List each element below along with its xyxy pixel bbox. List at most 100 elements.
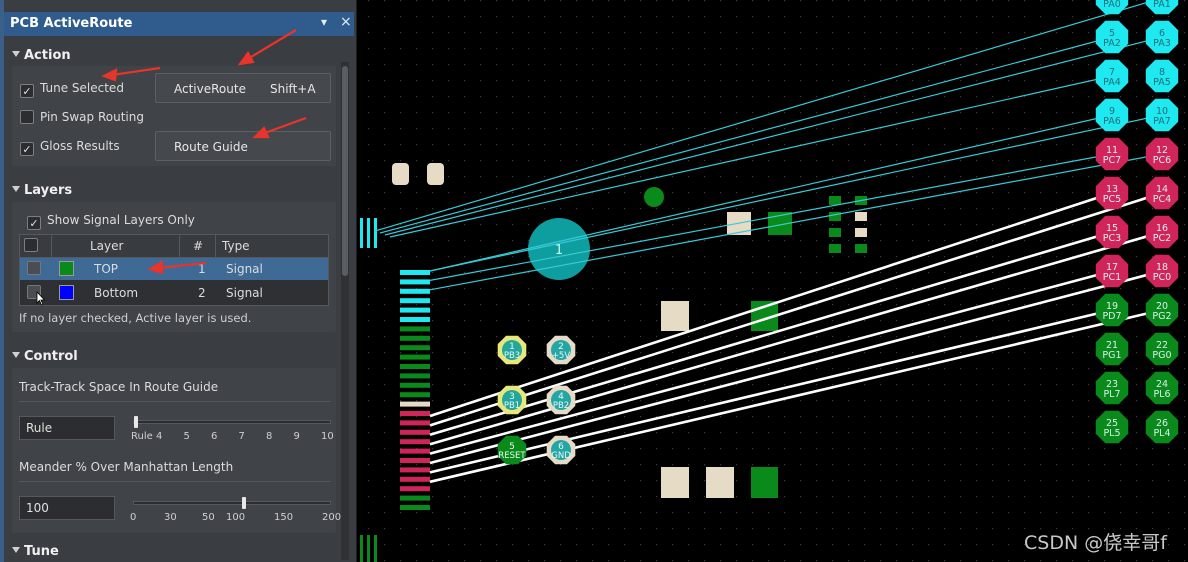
tick-label: 8 [266,431,273,442]
panel-title: PCB ActiveRoute [10,16,133,31]
divider [19,401,331,402]
smd-pad [829,196,841,205]
track-space-input[interactable]: Rule [19,416,115,440]
show-signal-layers-label: Show Signal Layers Only [47,213,195,227]
connector-pad-label: PG2 [1152,311,1171,322]
tune-selected-checkbox[interactable]: ✓ Tune Selected [20,79,124,98]
tick-label: 6 [211,431,218,442]
header-checkbox[interactable] [24,238,38,252]
section-action-label: Action [24,48,71,63]
edge-connector-pin [360,218,363,248]
meander-slider[interactable] [133,497,331,509]
tick-label: 50 [202,512,215,523]
track-space-slider[interactable] [133,416,331,428]
tick-label: 4 [156,431,163,442]
connector-pad-label: PC6 [1153,155,1171,166]
pin-swap-label: Pin Swap Routing [40,110,144,124]
header-pad-label: PB3 [504,351,520,361]
smd-pad [400,401,430,407]
tick-label: Rule [131,431,153,442]
header-pad-label: RESET [498,451,526,461]
close-icon[interactable]: × [340,14,352,30]
connector-pad-label: PA4 [1103,77,1121,88]
panel-scrollbar[interactable] [341,62,349,560]
connector-pad-label: PC5 [1103,194,1121,205]
gloss-results-checkbox[interactable]: ✓ Gloss Results [20,137,120,156]
scrollbar-thumb[interactable] [342,66,348,276]
pin-icon[interactable]: ▾ [321,15,327,29]
connector-pad-label: PA6 [1103,116,1121,127]
smd-pad [400,364,430,369]
connector-pad-label: PA2 [1103,38,1121,49]
smd-pad [400,345,430,351]
pin-swap-checkbox[interactable]: Pin Swap Routing [20,108,144,126]
panel-titlebar[interactable]: PCB ActiveRoute ▾ × [4,12,354,36]
layer-color-swatch [59,285,74,300]
column-type[interactable]: Type [222,235,250,257]
smd-pad [400,505,430,510]
smd-pad [400,298,430,304]
layer-row-top[interactable]: TOP 1 Signal [20,258,328,280]
activeroute-button[interactable]: ActiveRoute Shift+A [155,73,331,103]
component-pad [661,301,689,331]
section-tune[interactable]: Tune [12,544,59,559]
collapse-icon [12,186,20,192]
smd-pad [400,382,430,388]
activeroute-shortcut: Shift+A [270,82,316,96]
component-pad [706,467,734,498]
smd-pad [400,373,430,379]
connector-pad-label: PL4 [1153,428,1170,439]
smd-pad [400,476,430,482]
slider-knob[interactable] [242,497,247,509]
header-pad-label: PB1 [504,401,520,411]
section-tune-label: Tune [24,544,59,559]
connector-pad-label: PG1 [1102,350,1121,361]
via [644,187,664,207]
layer-type: Signal [226,262,263,276]
layer-checkbox[interactable] [27,261,41,275]
connector-pad-label: PD7 [1102,311,1121,322]
column-divider [51,235,52,257]
edge-connector-pin [367,535,370,562]
column-num[interactable]: # [193,235,203,257]
collapse-icon [12,51,20,57]
check-icon: ✓ [20,142,34,156]
check-icon: ✓ [20,84,34,98]
show-signal-layers-checkbox[interactable]: ✓ Show Signal Layers Only [27,211,195,230]
route-guide-button[interactable]: Route Guide [155,131,331,161]
layer-row-bottom[interactable]: Bottom 2 Signal [20,282,328,306]
section-layers[interactable]: Layers [12,183,72,198]
smd-pad [400,288,430,294]
slider-knob[interactable] [134,416,138,428]
layer-table: Layer # Type TOP 1 Signal Bottom 2 Signa… [19,234,329,306]
tune-selected-label: Tune Selected [40,81,124,95]
connector-pad-label: PA3 [1153,38,1171,49]
section-control[interactable]: Control [12,349,78,364]
smd-pad [400,429,430,435]
smd-pad [855,228,867,237]
column-divider [179,235,180,257]
divider [19,481,331,482]
edge-connector-pin [360,535,363,562]
tick-label: 7 [238,431,245,442]
edge-connector-pin [374,218,377,248]
connector-pad-label: PC4 [1153,194,1171,205]
connector-pad-label: PA5 [1153,77,1171,88]
edge-connector-pin [367,218,370,248]
section-action[interactable]: Action [12,48,71,63]
section-control-label: Control [24,349,78,364]
tick-label: 100 [226,512,246,523]
tick-label: 5 [183,431,190,442]
meander-label: Meander % Over Manhattan Length [19,460,234,474]
smd-pad [400,448,430,454]
meander-input[interactable]: 100 [19,496,115,520]
gloss-results-label: Gloss Results [40,139,120,153]
connector-pad-label: PC3 [1103,233,1121,244]
layer-num: 1 [198,262,206,276]
tick-label: 10 [321,431,334,442]
column-layer[interactable]: Layer [90,235,123,257]
connector-pad-label: PC1 [1103,272,1121,283]
smd-pad [400,486,430,492]
connector-pad-label: PC0 [1153,272,1171,283]
smd-pad [400,458,430,463]
